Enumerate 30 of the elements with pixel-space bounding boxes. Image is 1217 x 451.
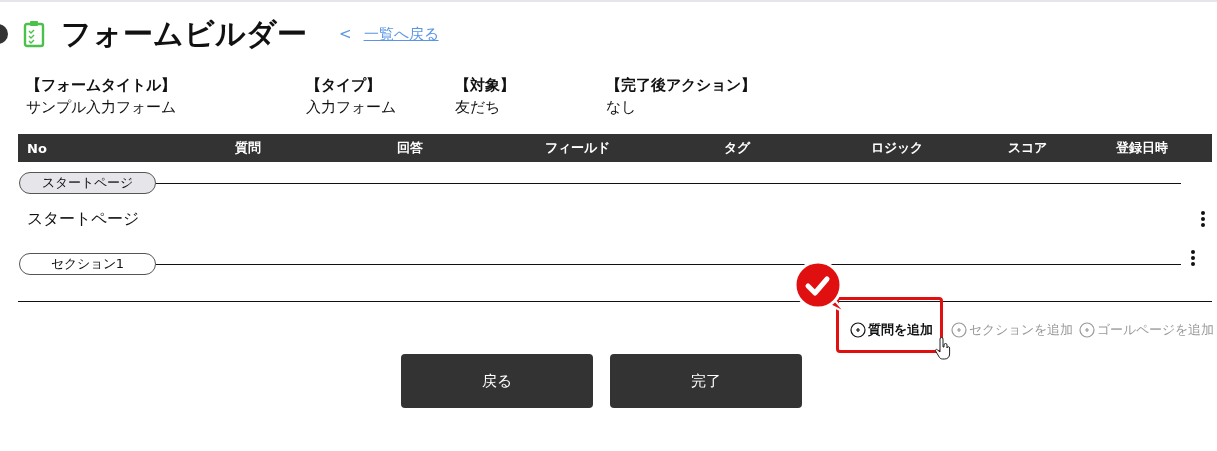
- plus-icon: [1079, 322, 1095, 338]
- column-header: タグ: [723, 139, 752, 157]
- page-title: フォームビルダー: [61, 14, 307, 53]
- info-value: 入力フォーム: [306, 98, 397, 117]
- section-pill[interactable]: セクション1: [19, 253, 156, 275]
- hand-cursor-icon: [935, 337, 951, 361]
- info-label: 【フォームタイトル】: [26, 76, 177, 95]
- plus-icon: [951, 322, 967, 338]
- column-header: フィールド: [544, 139, 611, 157]
- clipboard-icon: [23, 20, 45, 48]
- info-label: 【タイプ】: [306, 76, 382, 95]
- action-button[interactable]: 戻る: [400, 354, 593, 408]
- column-header: 質問: [233, 139, 262, 157]
- add-button[interactable]: 質問を追加: [850, 319, 933, 341]
- page-pill[interactable]: スタートページ: [19, 172, 156, 194]
- column-header: 登録日時: [1115, 139, 1170, 157]
- column-header: ロジック: [870, 139, 925, 157]
- info-value: なし: [606, 98, 637, 117]
- info-value: サンプル入力フォーム: [26, 98, 177, 117]
- action-button[interactable]: 完了: [609, 354, 802, 408]
- info-value: 友だち: [455, 98, 501, 117]
- column-header: スコア: [1006, 139, 1048, 157]
- column-header: No: [26, 140, 48, 156]
- info-label: 【対象】: [455, 76, 516, 95]
- more-icon[interactable]: [1190, 250, 1196, 266]
- info-label: 【完了後アクション】: [606, 76, 756, 95]
- more-icon[interactable]: [1200, 211, 1206, 227]
- row-title: スタートページ: [27, 208, 140, 230]
- plus-icon: [850, 322, 866, 338]
- column-header: 回答: [396, 139, 425, 157]
